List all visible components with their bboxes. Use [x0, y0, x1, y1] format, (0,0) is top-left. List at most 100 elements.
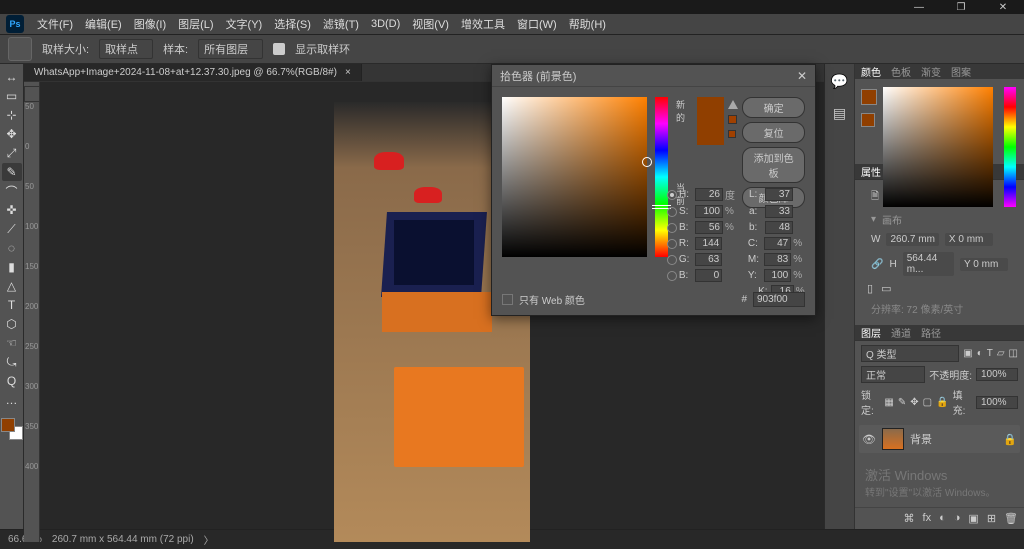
- tab-properties[interactable]: 属性: [861, 164, 881, 179]
- panel-fg-swatch[interactable]: [861, 89, 877, 105]
- window-close-button[interactable]: ✕: [982, 0, 1024, 14]
- tab-paths[interactable]: 路径: [921, 325, 941, 340]
- canvas-height[interactable]: 564.44 m...: [903, 252, 954, 276]
- s-input[interactable]: 100: [695, 205, 723, 218]
- orient-portrait-icon[interactable]: ▯: [867, 282, 873, 295]
- more-tools[interactable]: …: [2, 391, 22, 409]
- delete-layer-icon[interactable]: 🗑: [1004, 512, 1018, 525]
- gamut-swatch-icon[interactable]: [728, 115, 737, 124]
- fx-icon[interactable]: fx: [923, 512, 932, 525]
- panel-sv-field[interactable]: [883, 87, 993, 207]
- lasso-tool[interactable]: ⊹: [2, 106, 22, 124]
- tab-patterns[interactable]: 图案: [951, 64, 971, 79]
- menu-edit[interactable]: 编辑(E): [80, 14, 127, 34]
- adjustment-icon[interactable]: ◑: [954, 512, 961, 525]
- hand-tool[interactable]: ☜: [2, 334, 22, 352]
- c-input[interactable]: 47: [764, 237, 792, 250]
- tool-preset-button[interactable]: [8, 37, 32, 61]
- show-ring-checkbox[interactable]: [273, 43, 285, 55]
- document-tab-close[interactable]: ×: [345, 67, 351, 78]
- radio-bv[interactable]: [667, 271, 677, 281]
- tab-channels[interactable]: 通道: [891, 325, 911, 340]
- lock-pos-icon[interactable]: ✥: [910, 397, 918, 408]
- sample-size-dropdown[interactable]: 取样点: [99, 39, 153, 59]
- fill-input[interactable]: 100%: [976, 396, 1018, 409]
- canvas-x[interactable]: X 0 mm: [945, 233, 993, 246]
- document-tab[interactable]: WhatsApp+Image+2024-11-08+at+12.37.30.jp…: [24, 64, 362, 81]
- g-input[interactable]: 63: [695, 253, 723, 266]
- color-swatches[interactable]: [1, 418, 23, 440]
- rotate-tool[interactable]: ⤿: [2, 353, 22, 371]
- filter-shape-icon[interactable]: ▱: [997, 348, 1005, 359]
- lab-b-input[interactable]: 48: [765, 221, 793, 234]
- tab-gradients[interactable]: 渐变: [921, 64, 941, 79]
- marquee-tool[interactable]: ▭: [2, 87, 22, 105]
- radio-h[interactable]: [667, 190, 677, 200]
- websafe-swatch-icon[interactable]: [728, 130, 736, 138]
- foreground-swatch[interactable]: [1, 418, 15, 432]
- group-icon[interactable]: ▣: [968, 512, 978, 525]
- visibility-icon[interactable]: 👁: [862, 433, 876, 446]
- lock-all-icon[interactable]: 🔒: [936, 397, 948, 408]
- menu-select[interactable]: 选择(S): [269, 14, 316, 34]
- radio-r[interactable]: [667, 239, 677, 249]
- move-tool[interactable]: ↔: [2, 68, 22, 86]
- shape-tool[interactable]: ⬡: [2, 315, 22, 333]
- l-input[interactable]: 37: [765, 188, 793, 201]
- panel-bg-swatch[interactable]: [861, 113, 875, 127]
- layer-thumb[interactable]: [882, 428, 904, 450]
- crop-tool[interactable]: ⤢: [2, 144, 22, 162]
- filter-smart-icon[interactable]: ◫: [1009, 348, 1018, 359]
- bv-input[interactable]: 0: [695, 269, 723, 282]
- menu-3d[interactable]: 3D(D): [366, 16, 405, 32]
- panel-hue-strip[interactable]: [1004, 87, 1016, 207]
- link-icon[interactable]: 🔗: [871, 259, 883, 270]
- lock-trans-icon[interactable]: ▦: [884, 397, 893, 408]
- window-min-button[interactable]: —: [898, 0, 940, 14]
- brush-tool[interactable]: ✜: [2, 201, 22, 219]
- menu-layer[interactable]: 图层(L): [173, 14, 218, 34]
- h-input[interactable]: 26: [695, 188, 723, 201]
- orient-landscape-icon[interactable]: ▭: [881, 282, 891, 295]
- menu-file[interactable]: 文件(F): [32, 14, 78, 34]
- radio-g[interactable]: [667, 255, 677, 265]
- y-input[interactable]: 100: [764, 269, 792, 282]
- pen-tool[interactable]: △: [2, 277, 22, 295]
- eraser-tool[interactable]: ◌: [2, 239, 22, 257]
- web-only-checkbox[interactable]: [502, 294, 513, 305]
- ok-button[interactable]: 确定: [742, 97, 805, 118]
- tab-swatches[interactable]: 色板: [891, 64, 911, 79]
- sample-layers-dropdown[interactable]: 所有图层: [198, 39, 263, 59]
- heal-tool[interactable]: ⌒: [2, 182, 22, 200]
- hue-strip[interactable]: [655, 97, 668, 257]
- new-color-swatch[interactable]: [697, 97, 725, 121]
- comment-icon[interactable]: 💬: [831, 72, 849, 90]
- window-restore-button[interactable]: ❐: [940, 0, 982, 14]
- gradient-tool[interactable]: ▮: [2, 258, 22, 276]
- menu-filter[interactable]: 滤镜(T): [318, 14, 364, 34]
- stamp-tool[interactable]: ⟋: [2, 220, 22, 238]
- lock-art-icon[interactable]: ▢: [923, 397, 932, 408]
- blend-mode-dropdown[interactable]: 正常: [861, 366, 925, 383]
- filter-adjust-icon[interactable]: ◐: [977, 348, 983, 359]
- m-input[interactable]: 83: [764, 253, 792, 266]
- ruler-vertical[interactable]: 50 0 50 100 150 200 250 300 350 400: [24, 82, 40, 542]
- sv-cursor[interactable]: [642, 157, 652, 167]
- menu-help[interactable]: 帮助(H): [564, 14, 611, 34]
- radio-s[interactable]: [667, 207, 677, 217]
- menu-image[interactable]: 图像(I): [129, 14, 171, 34]
- wand-tool[interactable]: ✥: [2, 125, 22, 143]
- filter-type-icon[interactable]: T: [987, 348, 993, 359]
- gamut-warning-icon[interactable]: [728, 100, 738, 109]
- canvas-width[interactable]: 260.7 mm: [886, 233, 938, 246]
- hex-input[interactable]: 903f00: [753, 292, 805, 307]
- tab-layers[interactable]: 图层: [861, 325, 881, 340]
- saturation-value-field[interactable]: [502, 97, 647, 257]
- zoom-tool[interactable]: Q: [2, 372, 22, 390]
- a-input[interactable]: 33: [765, 205, 793, 218]
- r-input[interactable]: 144: [695, 237, 723, 250]
- opacity-input[interactable]: 100%: [976, 368, 1018, 381]
- radio-b[interactable]: [667, 223, 677, 233]
- mask-icon[interactable]: ◐: [939, 512, 946, 525]
- eyedropper-tool[interactable]: ✎: [2, 163, 22, 181]
